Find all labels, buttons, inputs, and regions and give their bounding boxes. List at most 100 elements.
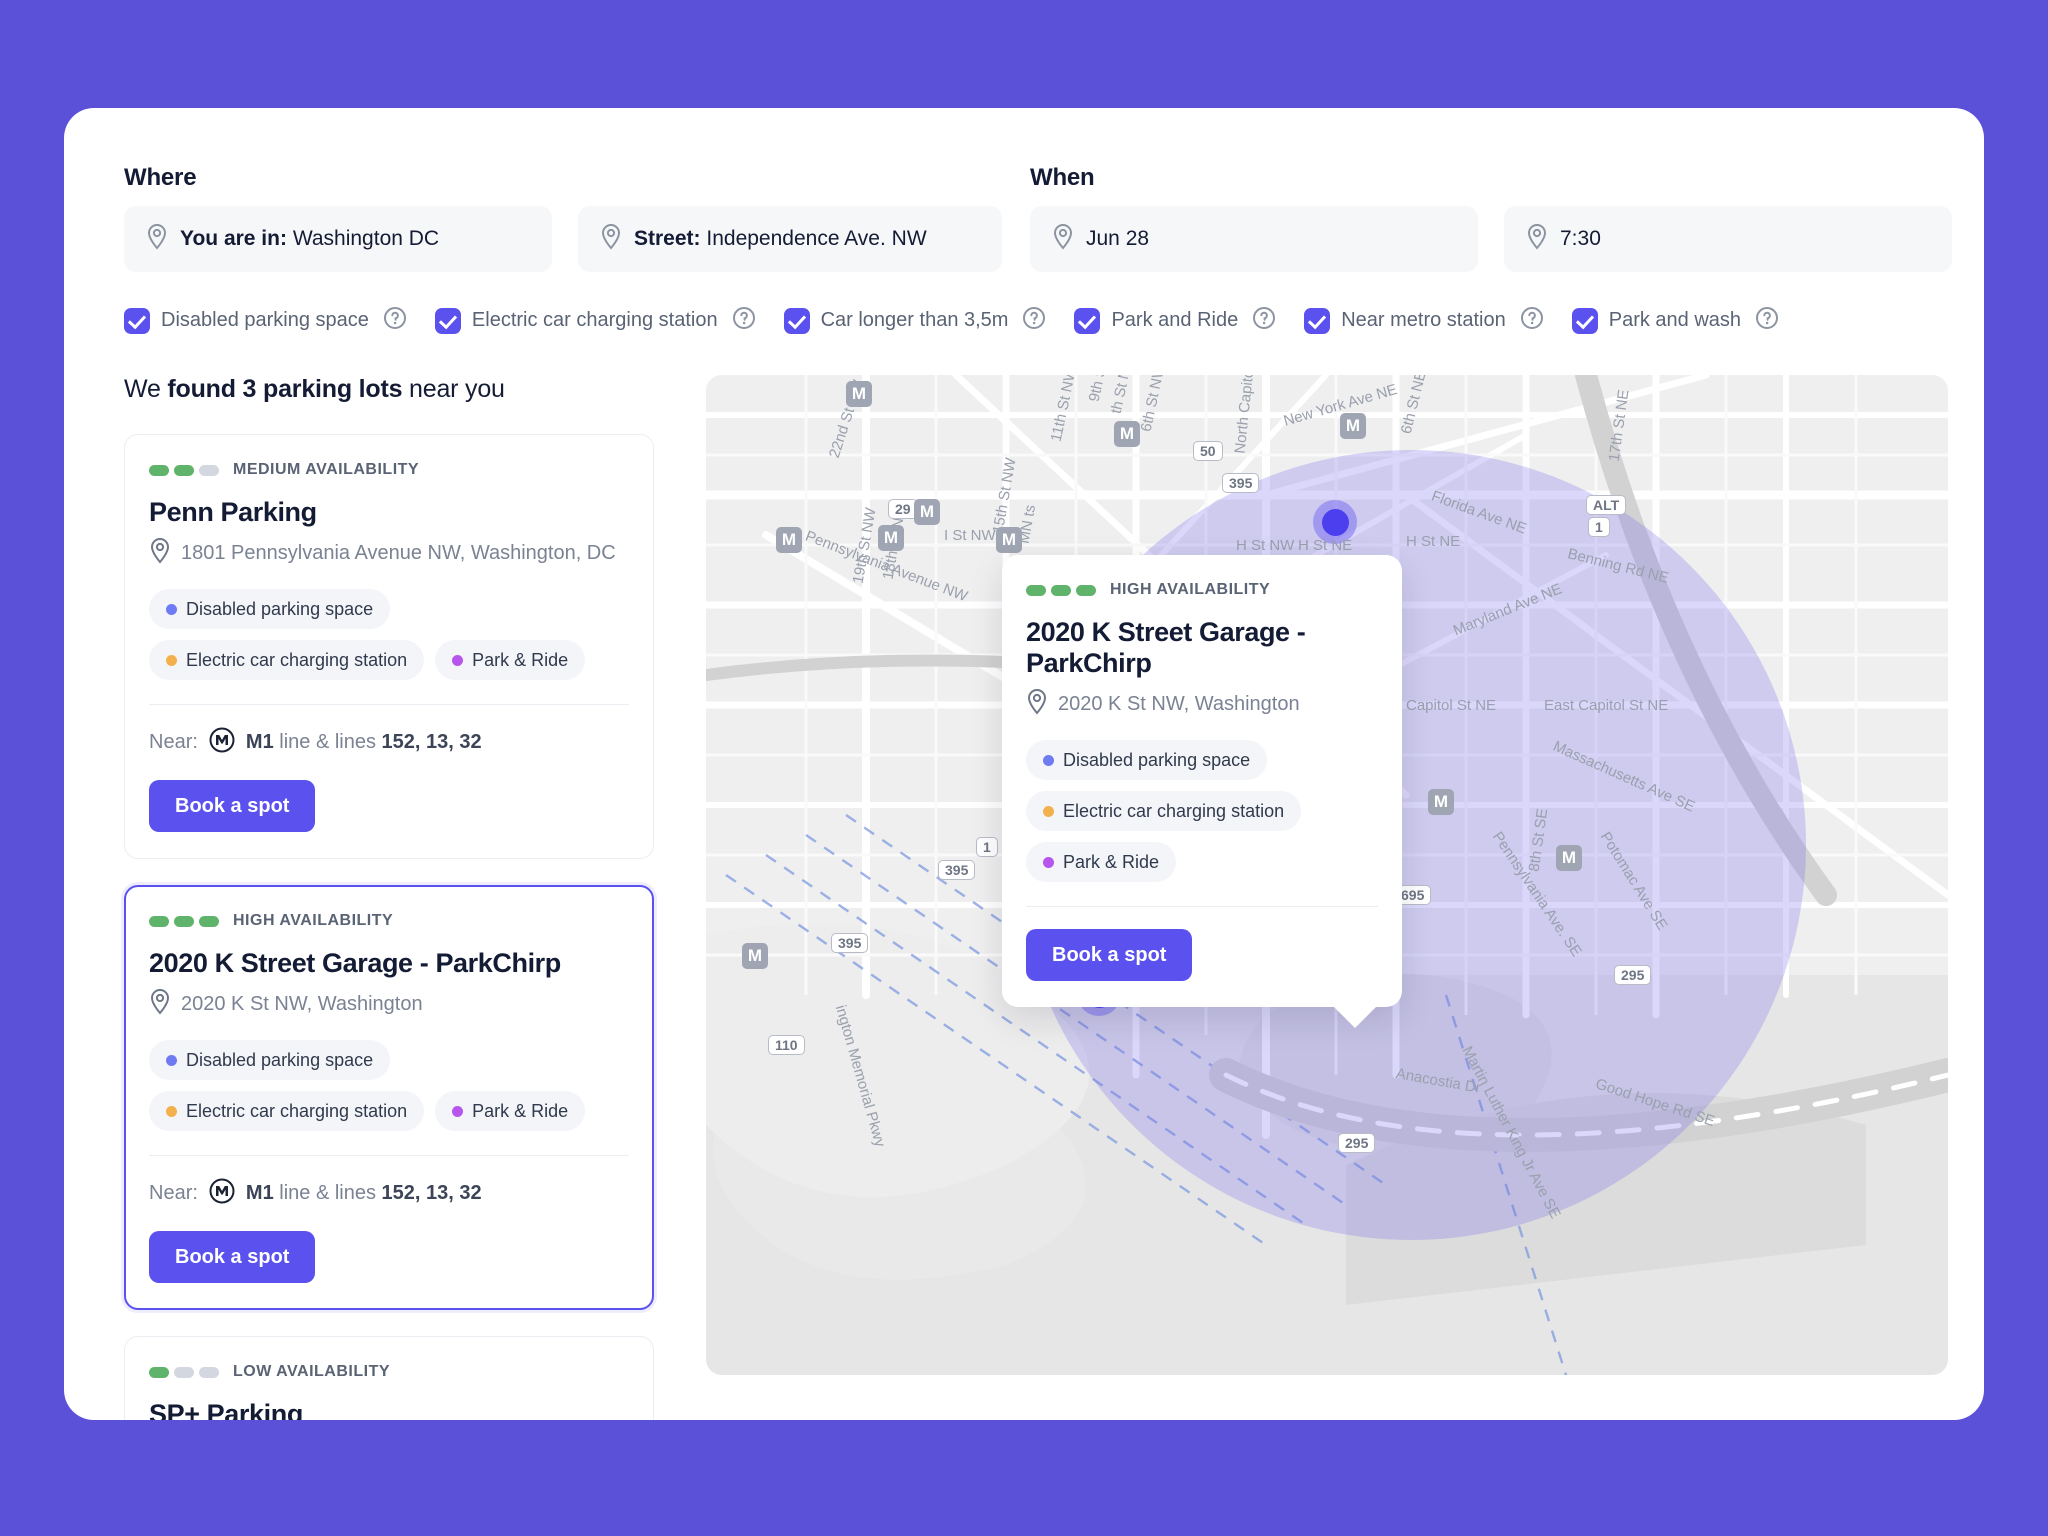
street-value: Independence Ave. NW <box>706 227 927 250</box>
amenity-tag-label: Park & Ride <box>472 1100 569 1121</box>
amenity-tag: Electric car charging station <box>149 640 425 680</box>
parking-lot-card[interactable]: HIGH AVAILABILITY 2020 K Street Garage - … <box>124 885 654 1310</box>
results-column: We found 3 parking lots near you MEDIUM … <box>124 375 654 1420</box>
card-divider <box>149 1155 629 1156</box>
app-window: Where You are in: Washington DC Street: … <box>64 108 1984 1420</box>
map-street-label: H St NW <box>1236 537 1295 554</box>
map-street-label: H St NE <box>1298 537 1353 554</box>
filter-checkbox[interactable] <box>124 307 150 334</box>
results-heading-count: found 3 parking lots <box>167 375 403 403</box>
filter-2[interactable]: Car longer than 3,5m <box>783 306 1047 335</box>
filter-checkbox[interactable] <box>1074 307 1101 334</box>
filter-3[interactable]: Park and Ride <box>1074 306 1276 335</box>
amenity-tag-list: Disabled parking space Electric car charg… <box>149 589 629 680</box>
results-heading-pre: We <box>124 375 168 403</box>
filter-checkbox[interactable] <box>434 307 461 334</box>
filter-row: Disabled parking space Electric car charg… <box>124 306 1924 335</box>
parking-lot-card[interactable]: MEDIUM AVAILABILITY Penn Parking 1801 Penn… <box>124 434 654 859</box>
availability-pip <box>199 915 219 927</box>
metro-icon <box>209 727 235 758</box>
lot-address-text: 1801 Pennsylvania Avenue NW, Washington,… <box>181 542 616 564</box>
book-a-spot-button[interactable]: Book a spot <box>149 780 316 832</box>
filter-label: Near metro station <box>1341 309 1506 331</box>
filter-1[interactable]: Electric car charging station <box>434 306 756 335</box>
map-street-label: Anacostia Dr <box>1394 1065 1483 1097</box>
map[interactable]: 22nd St NW11th St NW9th St NWth St NW6th… <box>706 375 1948 1375</box>
map-info-popup: HIGH AVAILABILITY 2020 K Street Garage -… <box>1002 555 1402 1028</box>
city-field[interactable]: You are in: Washington DC <box>124 206 552 272</box>
map-street-label: Potomac Ave SE <box>1596 828 1671 934</box>
help-circle-icon[interactable] <box>732 306 756 335</box>
availability-pip <box>199 464 219 476</box>
filter-checkbox[interactable] <box>1304 307 1331 334</box>
filter-label: Electric car charging station <box>471 309 718 331</box>
map-highway-shield: ALT <box>1586 495 1627 515</box>
amenity-dot-icon <box>452 654 464 666</box>
map-street-label: Capitol St NE <box>1406 697 1497 714</box>
availability-pip <box>174 464 194 476</box>
filter-4[interactable]: Near metro station <box>1304 306 1544 335</box>
map-highway-shield: 50 <box>1193 441 1223 461</box>
map-street-label: North Capitol St NW <box>1231 375 1263 455</box>
help-circle-icon[interactable] <box>1252 306 1276 335</box>
amenity-tag: Disabled parking space <box>1026 740 1268 780</box>
location-pin-icon <box>1026 688 1048 720</box>
amenity-tag-label: Electric car charging station <box>186 1100 408 1121</box>
popup-availability: HIGH AVAILABILITY <box>1026 581 1378 599</box>
near-transit-text: M1 line & lines 152, 13, 32 <box>245 1182 482 1204</box>
help-circle-icon[interactable] <box>1022 306 1046 335</box>
street-field-text: Street: Independence Ave. NW <box>634 227 927 251</box>
map-street-label: th St NW <box>1107 375 1137 416</box>
map-metro-station-icon: M <box>1340 413 1366 439</box>
map-street-label: ington Memorial Pkwy <box>831 1003 889 1149</box>
map-highway-shield: 395 <box>938 860 976 880</box>
map-highway-shield: 1 <box>1588 517 1610 537</box>
amenity-tag: Park & Ride <box>435 1091 586 1131</box>
filter-0[interactable]: Disabled parking space <box>124 306 407 335</box>
location-pin-icon <box>1052 223 1074 255</box>
help-circle-icon[interactable] <box>383 306 407 335</box>
card-divider <box>149 704 629 705</box>
filter-5[interactable]: Park and wash <box>1571 306 1779 335</box>
location-pin-icon <box>146 223 168 255</box>
availability-pips <box>1026 584 1096 596</box>
popup-book-a-spot-button[interactable]: Book a spot <box>1026 929 1193 981</box>
amenity-tag-label: Disabled parking space <box>186 598 374 619</box>
help-circle-icon[interactable] <box>1755 306 1779 335</box>
availability-row: LOW AVAILABILITY <box>149 1363 629 1381</box>
filter-checkbox[interactable] <box>783 307 810 334</box>
lot-address: 2020 K St NW, Washington <box>149 988 629 1020</box>
date-field[interactable]: Jun 28 <box>1030 206 1478 272</box>
filter-label: Park and Ride <box>1111 309 1239 331</box>
lot-name: SP+ Parking <box>149 1399 303 1420</box>
map-street-label: 9th St NW <box>1086 375 1117 403</box>
map-metro-station-icon: M <box>1114 421 1140 447</box>
availability-pip <box>1026 584 1046 596</box>
amenity-dot-icon <box>166 654 177 666</box>
lot-name: Penn Parking <box>149 497 317 527</box>
popup-availability-text: HIGH AVAILABILITY <box>1110 581 1271 598</box>
map-street-label: 15th St NW <box>989 456 1020 535</box>
map-highway-shield: 110 <box>768 1035 805 1055</box>
popup-address-text: 2020 K St NW, Washington <box>1058 693 1300 715</box>
availability-pip <box>199 1366 219 1378</box>
map-metro-station-icon: M <box>776 527 802 553</box>
where-label: Where <box>124 164 197 191</box>
map-metro-station-icon: M <box>878 525 904 551</box>
availability-pip <box>149 1366 169 1378</box>
map-street-label: Maryland Ave NE <box>1450 580 1565 640</box>
book-a-spot-button[interactable]: Book a spot <box>149 1231 316 1283</box>
location-pin-icon <box>149 988 171 1020</box>
map-metro-station-icon: M <box>914 499 940 525</box>
availability-pip <box>174 1366 194 1378</box>
help-circle-icon[interactable] <box>1520 306 1544 335</box>
availability-text: HIGH AVAILABILITY <box>233 912 394 929</box>
time-field[interactable]: 7:30 <box>1504 206 1952 272</box>
street-field[interactable]: Street: Independence Ave. NW <box>578 206 1002 272</box>
map-street-label: 11th St NW <box>1047 375 1081 444</box>
filter-checkbox[interactable] <box>1571 307 1598 334</box>
near-label: Near: <box>149 731 198 753</box>
parking-lot-card[interactable]: LOW AVAILABILITYSP+ Parking1318 D St SW,… <box>124 1336 654 1420</box>
popup-tag-list: Disabled parking space Electric car charg… <box>1026 740 1378 882</box>
availability-pip <box>1051 584 1071 596</box>
